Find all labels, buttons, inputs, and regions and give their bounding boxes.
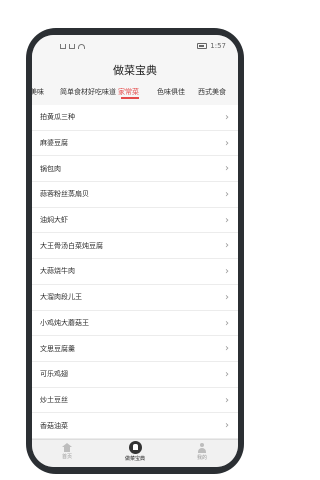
home-icon xyxy=(62,443,72,452)
chevron-right-icon: › xyxy=(225,394,229,406)
category-tabs: 美味 简单食材好吃味道 家常菜 色味俱佳 西式美食 xyxy=(32,84,238,102)
recipe-name: 锅包肉 xyxy=(40,164,61,173)
list-item[interactable]: 大蒜烧牛肉 › xyxy=(32,259,238,285)
recipe-name: 文思豆腐羹 xyxy=(40,344,75,353)
chevron-right-icon: › xyxy=(225,420,229,432)
chevron-right-icon: › xyxy=(225,240,229,252)
chevron-right-icon: › xyxy=(225,343,229,355)
list-item[interactable]: 大溜肉段儿王 › xyxy=(32,285,238,311)
recipe-name: 大蒜烧牛肉 xyxy=(40,267,75,276)
list-item[interactable]: 炒土豆丝 › xyxy=(32,388,238,414)
bottom-nav: 首页 做菜宝典 我的 xyxy=(32,439,238,467)
recipe-name: 大溜肉段儿王 xyxy=(40,293,82,302)
tab-simple-ingredients[interactable]: 简单食材好吃味道 xyxy=(60,87,116,97)
recipe-name: 小鸡炖大蘑菇王 xyxy=(40,318,89,327)
chevron-right-icon: › xyxy=(225,163,229,175)
tab-western-food[interactable]: 西式美食 xyxy=(198,87,226,97)
recipe-name: 拍黄瓜三种 xyxy=(40,113,75,122)
nav-label: 做菜宝典 xyxy=(124,456,145,462)
tab-color-taste[interactable]: 色味俱佳 xyxy=(157,87,185,97)
signal-icon xyxy=(69,44,75,49)
list-item[interactable]: 可乐鸡翅 › xyxy=(32,362,238,388)
recipe-name: 蒜蓉粉丝蒸扇贝 xyxy=(40,190,89,199)
recipe-name: 油焖大虾 xyxy=(40,216,68,225)
list-item[interactable]: 锅包肉 › xyxy=(32,156,238,183)
page-title: 做菜宝典 xyxy=(113,64,157,77)
chevron-right-icon: › xyxy=(225,214,229,226)
list-item[interactable]: 蒜蓉粉丝蒸扇贝 › xyxy=(32,182,238,208)
list-item[interactable]: 文思豆腐羹 › xyxy=(32,336,238,362)
chevron-right-icon: › xyxy=(225,112,229,123)
recipe-name: 大王骨汤白菜炖豆腐 xyxy=(40,241,103,250)
status-right: 1:57 xyxy=(197,42,226,50)
chevron-right-icon: › xyxy=(225,137,229,149)
nav-label: 首页 xyxy=(61,454,72,460)
chef-hat-icon xyxy=(128,441,142,454)
battery-icon xyxy=(197,43,208,49)
list-item[interactable]: 拍黄瓜三种 › xyxy=(32,105,238,131)
recipe-list: 拍黄瓜三种 › 麻婆豆腐 › 锅包肉 › 蒜蓉粉丝蒸扇贝 › 油焖大虾 › 大王骨汤白菜炖… xyxy=(32,105,238,439)
chevron-right-icon: › xyxy=(225,189,229,201)
nav-home[interactable]: 首页 xyxy=(42,443,92,460)
status-icons xyxy=(60,44,85,49)
list-item[interactable]: 香菇油菜 › xyxy=(32,413,238,439)
nav-label: 我的 xyxy=(196,455,207,461)
chevron-right-icon: › xyxy=(225,368,229,380)
chevron-right-icon: › xyxy=(225,317,229,329)
recipe-name: 炒土豆丝 xyxy=(40,395,68,404)
app-screen: 1:57 做菜宝典 美味 简单食材好吃味道 家常菜 色味俱佳 西式美食 拍黄瓜三… xyxy=(32,35,238,467)
list-item[interactable]: 麻婆豆腐 › xyxy=(32,131,238,157)
recipe-name: 麻婆豆腐 xyxy=(40,139,68,148)
chevron-right-icon: › xyxy=(225,291,229,303)
tab-meiwei[interactable]: 美味 xyxy=(32,87,44,97)
recipe-name: 香菇油菜 xyxy=(40,421,68,430)
user-icon xyxy=(197,443,207,453)
list-item[interactable]: 油焖大虾 › xyxy=(32,208,238,234)
status-bar: 1:57 xyxy=(32,35,238,59)
recipe-name: 可乐鸡翅 xyxy=(40,370,68,379)
clock: 1:57 xyxy=(210,42,226,50)
wifi-icon xyxy=(78,44,85,49)
list-item[interactable]: 大王骨汤白菜炖豆腐 › xyxy=(32,233,238,260)
nav-profile[interactable]: 我的 xyxy=(177,443,227,461)
signal-icon xyxy=(60,44,66,49)
tab-home-cooking[interactable]: 家常菜 xyxy=(118,87,139,97)
chevron-right-icon: › xyxy=(225,266,229,278)
list-item[interactable]: 小鸡炖大蘑菇王 › xyxy=(32,311,238,337)
active-tab-indicator xyxy=(121,97,139,99)
nav-cookbook[interactable]: 做菜宝典 xyxy=(110,441,160,462)
